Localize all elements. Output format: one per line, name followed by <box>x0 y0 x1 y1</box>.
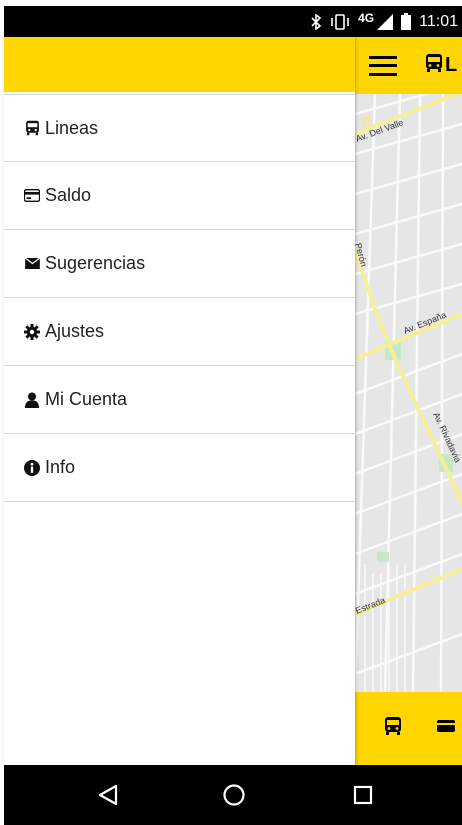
signal-icon <box>377 13 394 30</box>
drawer-item-ajustes[interactable]: Ajustes <box>4 298 355 366</box>
drawer-item-saldo[interactable]: Saldo <box>4 162 355 230</box>
recents-icon[interactable] <box>349 781 377 809</box>
vibrate-icon <box>330 13 350 30</box>
drawer-item-label: Sugerencias <box>45 253 146 273</box>
app-toolbar: L <box>355 37 462 94</box>
envelope-icon <box>23 255 41 273</box>
drawer-item-label: Saldo <box>45 185 92 205</box>
hamburger-menu-icon[interactable] <box>369 55 397 76</box>
bus-icon <box>425 53 443 78</box>
card-tab-icon[interactable] <box>437 718 455 739</box>
app-title: L <box>445 54 458 76</box>
map-streets: Av. Del Valle Perón Av. España Av. Rivad… <box>355 94 462 692</box>
gear-icon <box>23 323 41 341</box>
drawer-header <box>4 37 355 92</box>
drawer-item-label: Ajustes <box>45 321 105 341</box>
home-icon[interactable] <box>220 781 248 809</box>
user-icon <box>23 391 41 409</box>
bottom-bar <box>355 692 462 765</box>
bluetooth-icon <box>310 13 322 30</box>
navigation-drawer: Lineas Saldo Sugerencias Ajustes Mi Cuen… <box>4 37 355 765</box>
back-icon[interactable] <box>94 781 122 809</box>
drawer-item-label: Info <box>45 457 76 477</box>
info-icon <box>23 459 41 477</box>
drawer-menu: Lineas Saldo Sugerencias Ajustes Mi Cuen… <box>4 94 355 502</box>
status-bar: 4G 11:01 <box>4 6 462 37</box>
bus-icon <box>23 119 41 137</box>
main-app: L Av. Del Valle Perón Av. España Av. Riv… <box>355 37 462 765</box>
drawer-item-mi-cuenta[interactable]: Mi Cuenta <box>4 366 355 434</box>
drawer-item-label: Lineas <box>45 117 99 138</box>
card-icon <box>23 187 41 205</box>
drawer-item-lineas[interactable]: Lineas <box>4 94 355 162</box>
network-type: 4G <box>358 10 375 25</box>
drawer-item-sugerencias[interactable]: Sugerencias <box>4 230 355 298</box>
drawer-item-label: Mi Cuenta <box>45 389 128 409</box>
bus-tab-icon[interactable] <box>384 716 402 741</box>
clock: 11:01 <box>419 12 458 30</box>
navigation-bar <box>4 765 462 825</box>
drawer-item-info[interactable]: Info <box>4 434 355 502</box>
map-view[interactable]: Av. Del Valle Perón Av. España Av. Rivad… <box>355 94 462 692</box>
battery-icon <box>401 13 412 30</box>
